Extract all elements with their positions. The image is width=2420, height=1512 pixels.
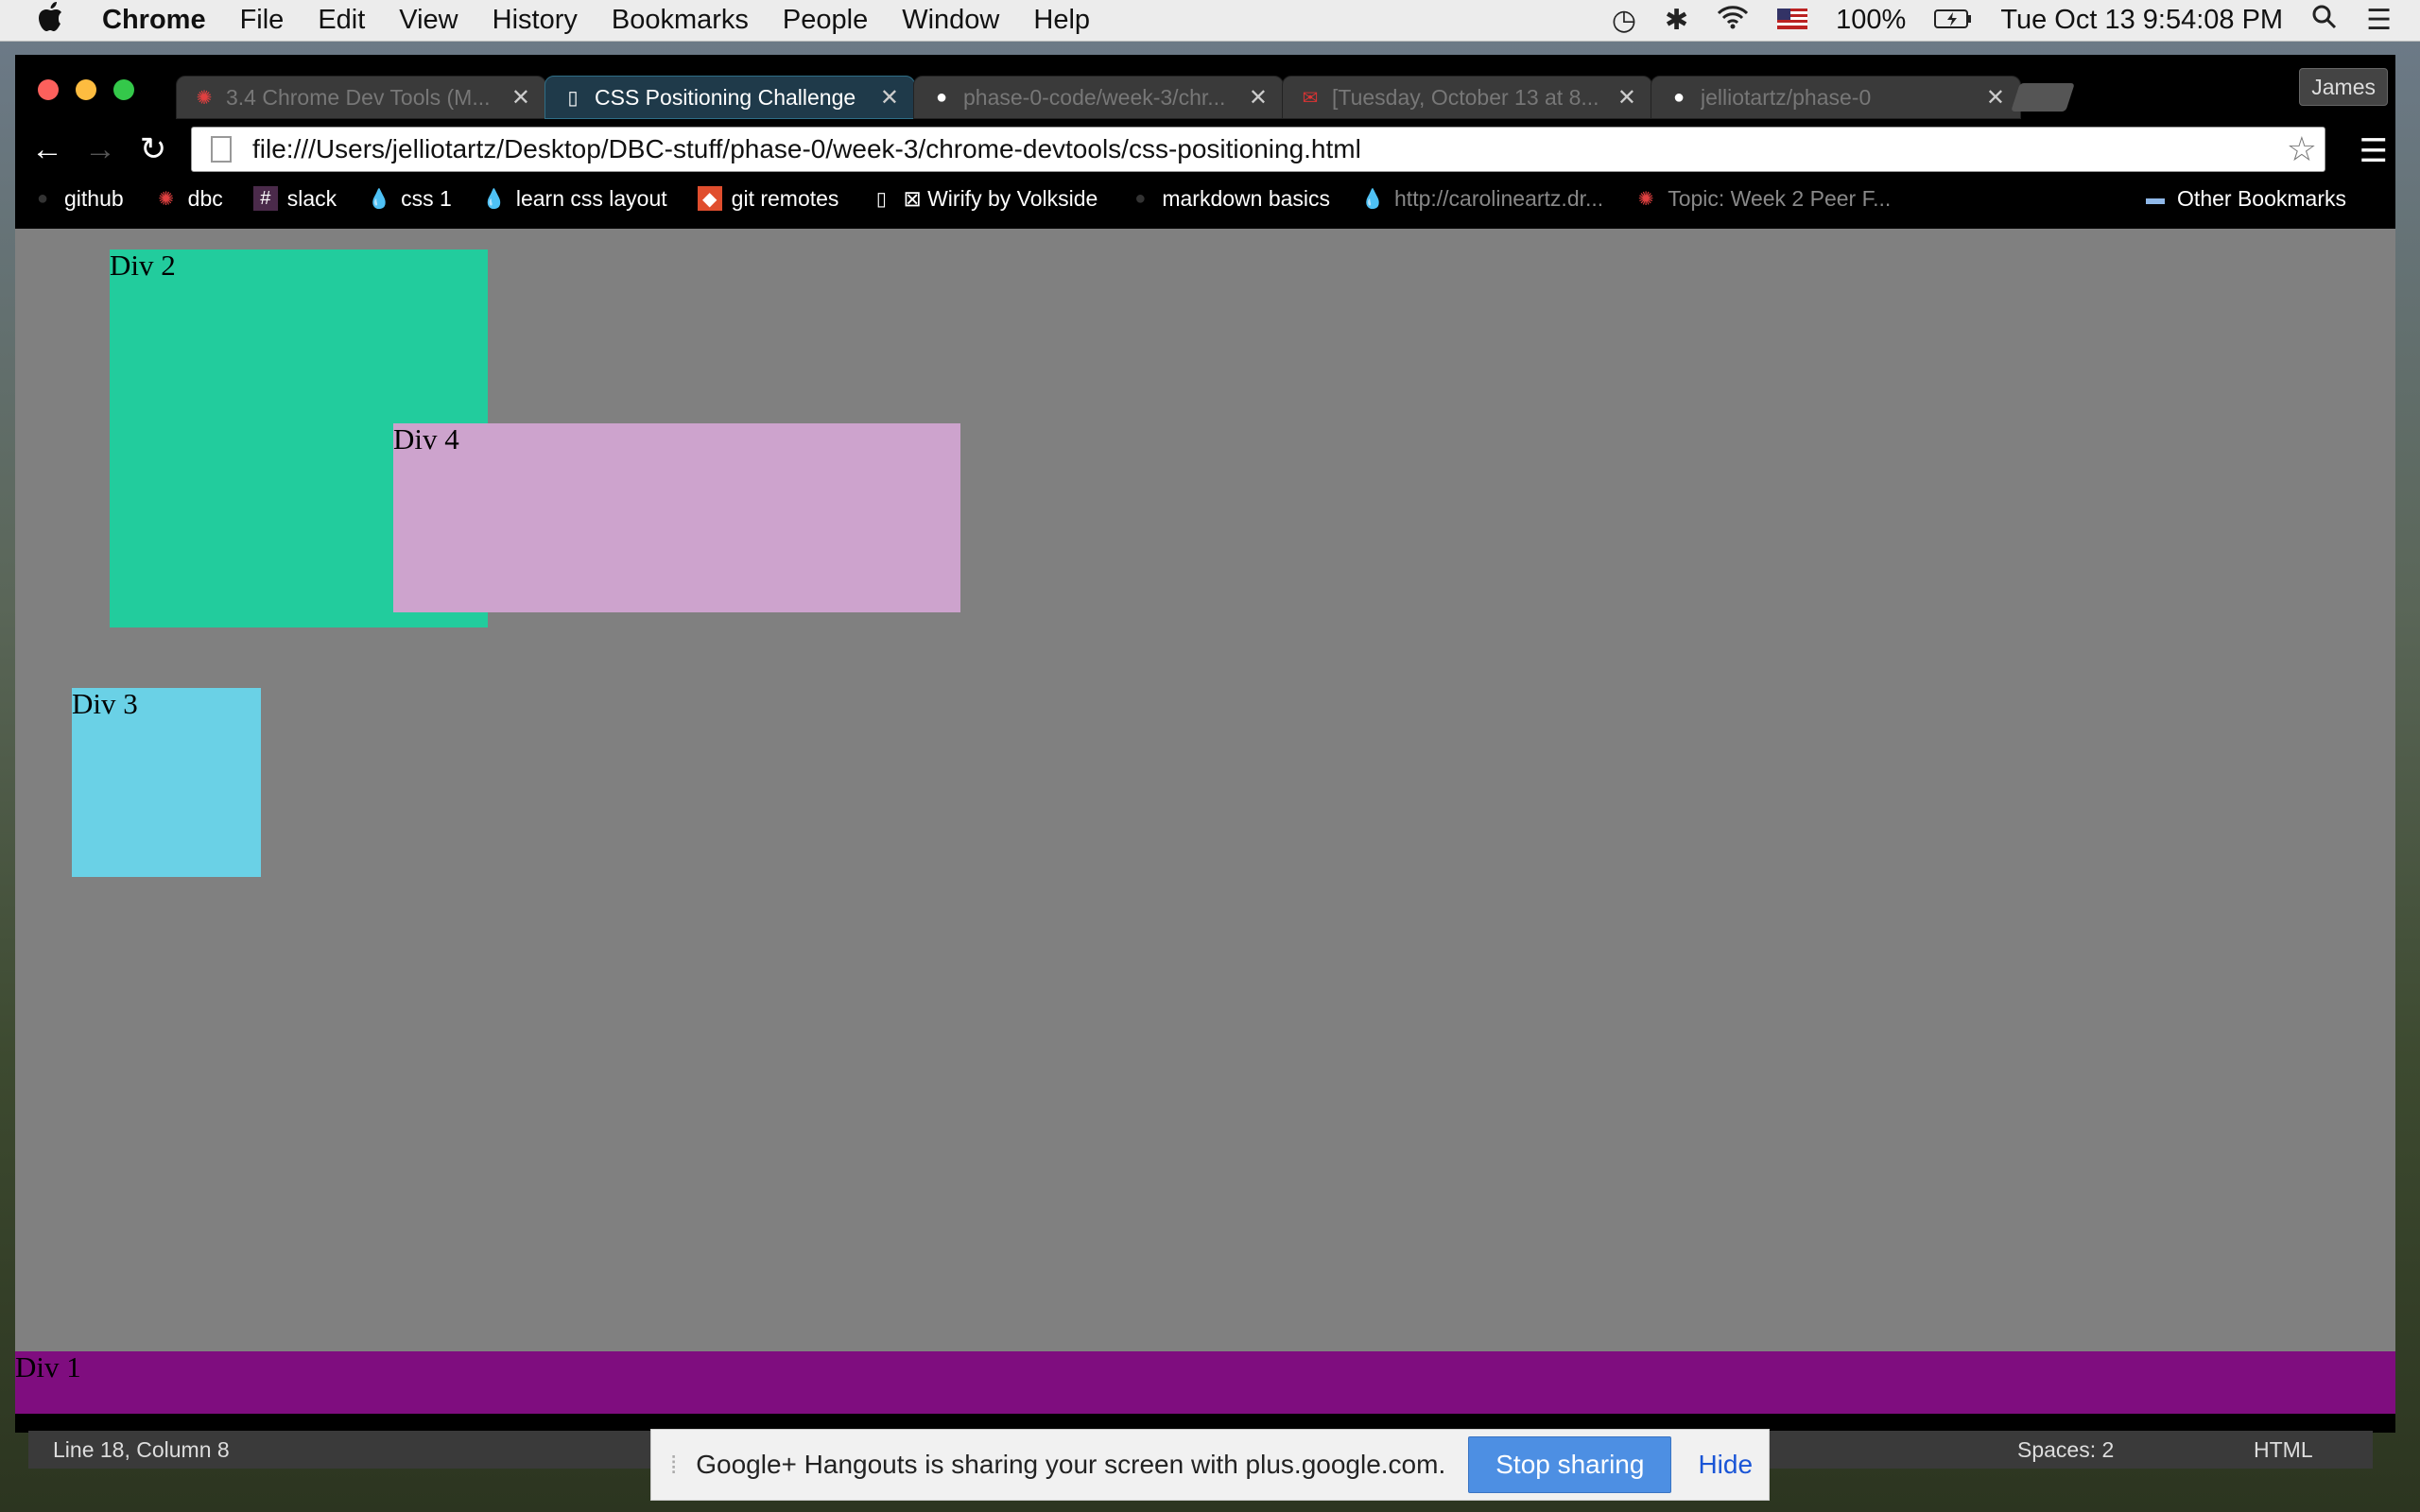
close-icon[interactable]: ✕ — [1986, 84, 2005, 112]
us-flag-icon[interactable] — [1777, 5, 1808, 37]
close-window-button[interactable] — [38, 79, 59, 100]
indentation-setting[interactable]: Spaces: 2 — [2017, 1437, 2114, 1463]
cursor-position: Line 18, Column 8 — [53, 1436, 230, 1462]
bookmarks-bar: ● github ✺ dbc # slack 💧 css 1 💧 learn c… — [15, 178, 2395, 219]
screen-sharing-bar: ⁞ Google+ Hangouts is sharing your scree… — [650, 1429, 1770, 1501]
div-4: Div 4 — [393, 422, 960, 612]
menu-history[interactable]: History — [493, 5, 578, 36]
menu-file[interactable]: File — [240, 5, 285, 36]
bookmark-dbc[interactable]: ✺ dbc — [154, 186, 222, 212]
div-3: Div 3 — [72, 687, 261, 877]
menu-window[interactable]: Window — [902, 5, 999, 36]
dbc-icon: ✺ — [1637, 188, 1654, 210]
time-machine-icon[interactable]: ◷ — [1612, 4, 1636, 37]
tab-css-positioning-challenge[interactable]: ▯ CSS Positioning Challenge ✕ — [544, 76, 915, 119]
back-arrow-icon[interactable]: ← — [21, 131, 74, 168]
address-url[interactable]: file:///Users/jelliotartz/Desktop/DBC-st… — [252, 134, 1361, 164]
github-icon: ● — [36, 187, 49, 209]
profile-button[interactable]: James — [2299, 68, 2388, 106]
menubar-clock[interactable]: Tue Oct 13 9:54:08 PM — [2000, 5, 2283, 36]
tab-title: jelliotartz/phase-0 — [1701, 84, 1872, 110]
document-icon: ▯ — [567, 87, 579, 109]
battery-icon[interactable] — [1934, 5, 1972, 37]
close-icon[interactable]: ✕ — [880, 84, 899, 112]
tab-title: CSS Positioning Challenge — [595, 84, 856, 110]
drop-icon: 💧 — [482, 188, 507, 210]
bookmark-learn-css-layout[interactable]: 💧 learn css layout — [482, 186, 666, 212]
drop-icon: 💧 — [367, 188, 391, 210]
other-bookmarks[interactable]: ▬ Other Bookmarks — [2143, 178, 2346, 219]
bookmark-css-1[interactable]: 💧 css 1 — [367, 186, 452, 212]
menu-help[interactable]: Help — [1033, 5, 1090, 36]
folder-icon: ▬ — [2146, 187, 2166, 209]
address-bar[interactable]: file:///Users/jelliotartz/Desktop/DBC-st… — [191, 127, 2325, 172]
tab-gmail[interactable]: ✉ [Tuesday, October 13 at 8... ✕ — [1282, 76, 1652, 119]
dbc-icon: ✺ — [196, 87, 213, 109]
page-icon — [211, 136, 232, 163]
bookmark-carolineartz[interactable]: 💧 http://carolineartz.dr... — [1360, 186, 1604, 212]
gmail-icon: ✉ — [1302, 87, 1319, 109]
battery-percent: 100% — [1836, 5, 1907, 35]
slack-icon: # — [252, 186, 278, 211]
dbc-icon: ✺ — [158, 188, 175, 210]
document-icon: ▯ — [875, 188, 887, 210]
browser-toolbar: ← → ↻ file:///Users/jelliotartz/Desktop/… — [15, 123, 2395, 176]
drop-icon: 💧 — [1360, 188, 1385, 210]
menu-app-chrome[interactable]: Chrome — [102, 5, 206, 36]
sharing-message: Google+ Hangouts is sharing your screen … — [696, 1450, 1446, 1479]
zoom-window-button[interactable] — [113, 79, 134, 100]
forward-arrow-icon[interactable]: → — [74, 131, 127, 168]
hide-button[interactable]: Hide — [1698, 1450, 1753, 1480]
div-1: Div 1 — [15, 1350, 2395, 1414]
spotlight-search-icon[interactable] — [2311, 4, 2338, 38]
bookmark-wirify[interactable]: ▯ ⊠ Wirify by Volkside — [869, 186, 1098, 212]
tab-title: [Tuesday, October 13 at 8... — [1332, 84, 1599, 110]
notification-center-icon[interactable]: ☰ — [2366, 4, 2392, 37]
page-viewport: Div 2 Div 4 Div 3 Div 1 — [15, 229, 2395, 1414]
tab-jelliotartz-phase-0[interactable]: ● jelliotartz/phase-0 ✕ — [1651, 76, 2021, 119]
bookmark-git-remotes[interactable]: ◆ git remotes — [697, 186, 838, 212]
close-icon[interactable]: ✕ — [1249, 84, 1268, 112]
tab-title: 3.4 Chrome Dev Tools (M... — [226, 84, 491, 110]
bookmark-github[interactable]: ● github — [30, 186, 124, 212]
tab-title: phase-0-code/week-3/chr... — [963, 84, 1226, 110]
tab-chrome-dev-tools[interactable]: ✺ 3.4 Chrome Dev Tools (M... ✕ — [176, 76, 546, 119]
git-icon: ◆ — [697, 186, 722, 211]
bookmark-slack[interactable]: # slack — [252, 186, 337, 212]
syntax-mode[interactable]: HTML — [2254, 1437, 2313, 1463]
minimize-window-button[interactable] — [76, 79, 96, 100]
close-icon[interactable]: ✕ — [511, 84, 530, 112]
bookmark-week-2-peer[interactable]: ✺ Topic: Week 2 Peer F... — [1634, 186, 1891, 212]
bookmark-markdown-basics[interactable]: ● markdown basics — [1128, 186, 1330, 212]
close-icon[interactable]: ✕ — [1617, 84, 1636, 112]
github-icon: ● — [1134, 187, 1147, 209]
tab-phase-0-code[interactable]: ● phase-0-code/week-3/chr... ✕ — [913, 76, 1284, 119]
wifi-icon[interactable] — [1717, 5, 1749, 37]
chrome-menu-icon[interactable]: ☰ — [2360, 132, 2388, 170]
stop-sharing-button[interactable]: Stop sharing — [1468, 1436, 1672, 1493]
bluetooth-icon[interactable]: ✱ — [1665, 4, 1688, 37]
new-tab-button[interactable] — [2011, 83, 2075, 112]
menu-bookmarks[interactable]: Bookmarks — [612, 5, 749, 36]
menu-edit[interactable]: Edit — [318, 5, 365, 36]
menu-people[interactable]: People — [783, 5, 868, 36]
reload-icon[interactable]: ↻ — [127, 130, 180, 168]
github-icon: ● — [1672, 86, 1685, 108]
bookmark-star-icon[interactable]: ☆ — [2287, 129, 2317, 169]
chrome-window: ✺ 3.4 Chrome Dev Tools (M... ✕ ▯ CSS Pos… — [15, 55, 2395, 1433]
menu-view[interactable]: View — [399, 5, 458, 36]
drag-handle-icon[interactable]: ⁞ — [670, 1451, 677, 1480]
apple-icon[interactable] — [36, 1, 74, 41]
tab-strip: ✺ 3.4 Chrome Dev Tools (M... ✕ ▯ CSS Pos… — [15, 55, 2395, 119]
github-icon: ● — [935, 86, 948, 108]
menu-bar: Chrome File Edit View History Bookmarks … — [0, 0, 2420, 42]
